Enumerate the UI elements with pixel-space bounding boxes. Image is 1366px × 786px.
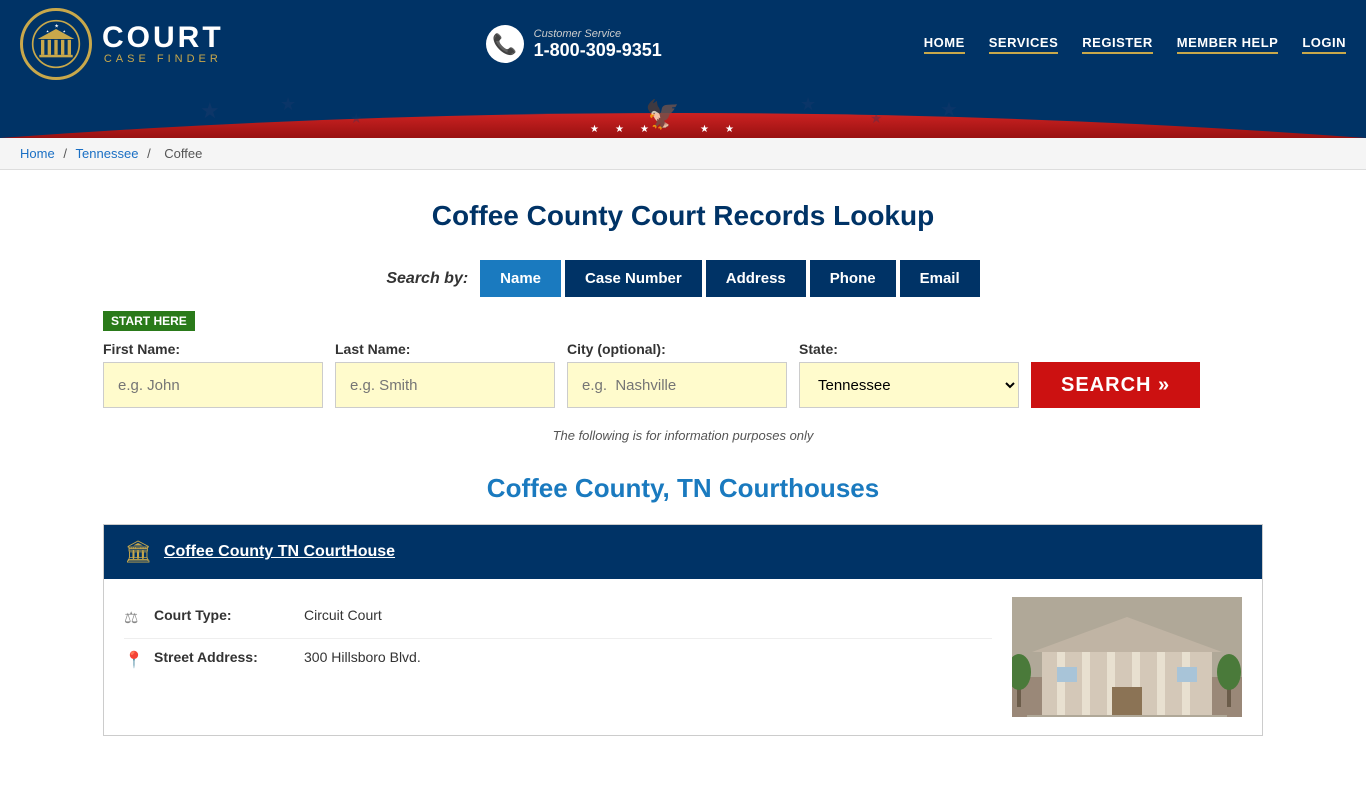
nav-login[interactable]: LOGIN	[1302, 35, 1346, 54]
tab-email[interactable]: Email	[900, 260, 980, 297]
address-icon: 📍	[124, 650, 144, 670]
svg-text:★: ★	[870, 110, 883, 126]
search-button[interactable]: SEARCH »	[1031, 362, 1200, 408]
main-nav: HOME SERVICES REGISTER MEMBER HELP LOGIN	[924, 35, 1346, 54]
court-type-label: Court Type:	[154, 607, 294, 623]
svg-text:★: ★	[640, 124, 649, 135]
breadcrumb-sep1: /	[63, 146, 70, 161]
courthouse-info: ⚖ Court Type: Circuit Court 📍 Street Add…	[124, 597, 992, 717]
case-finder-label: CASE FINDER	[102, 53, 224, 65]
nav-member-help[interactable]: MEMBER HELP	[1177, 35, 1279, 54]
cs-text: Customer Service 1-800-309-9351	[534, 28, 662, 61]
breadcrumb-county: Coffee	[164, 146, 202, 161]
address-row: 📍 Street Address: 300 Hillsboro Blvd.	[124, 639, 992, 680]
customer-service: 📞 Customer Service 1-800-309-9351	[486, 25, 662, 63]
tab-case-number[interactable]: Case Number	[565, 260, 702, 297]
court-type-icon: ⚖	[124, 608, 144, 628]
address-label: Street Address:	[154, 649, 294, 665]
last-name-input[interactable]	[335, 362, 555, 408]
courthouse-image	[1012, 597, 1242, 717]
courthouse-body: ⚖ Court Type: Circuit Court 📍 Street Add…	[104, 579, 1262, 735]
city-label: City (optional):	[567, 341, 787, 357]
svg-text:★: ★	[54, 23, 59, 29]
svg-text:★: ★	[800, 94, 816, 114]
first-name-label: First Name:	[103, 341, 323, 357]
city-input[interactable]	[567, 362, 787, 408]
breadcrumb: Home / Tennessee / Coffee	[0, 138, 1366, 170]
info-note: The following is for information purpose…	[103, 428, 1263, 443]
tab-phone[interactable]: Phone	[810, 260, 896, 297]
court-type-value: Circuit Court	[304, 607, 382, 623]
court-type-row: ⚖ Court Type: Circuit Court	[124, 597, 992, 639]
address-value: 300 Hillsboro Blvd.	[304, 649, 421, 665]
logo-text: COURT CASE FINDER	[102, 23, 224, 65]
nav-home[interactable]: HOME	[924, 35, 965, 54]
svg-text:★: ★	[725, 124, 734, 135]
courthouse-building-icon: 🏛	[124, 539, 152, 565]
logo-emblem: ★ ★ ★	[20, 8, 92, 80]
svg-text:★: ★	[615, 124, 624, 135]
nav-services[interactable]: SERVICES	[989, 35, 1059, 54]
courthouses-title: Coffee County, TN Courthouses	[103, 473, 1263, 504]
logo-area: ★ ★ ★ COURT CASE FINDER	[20, 8, 224, 80]
svg-text:★: ★	[590, 124, 599, 135]
breadcrumb-home[interactable]: Home	[20, 146, 55, 161]
state-select[interactable]: Tennessee	[799, 362, 1019, 408]
last-name-label: Last Name:	[335, 341, 555, 357]
court-label: COURT	[102, 23, 224, 53]
start-here-badge: START HERE	[103, 311, 195, 331]
svg-text:★: ★	[63, 29, 66, 33]
svg-text:★: ★	[940, 99, 958, 121]
cs-phone: 1-800-309-9351	[534, 40, 662, 60]
svg-text:★: ★	[350, 110, 363, 126]
search-by-row: Search by: Name Case Number Address Phon…	[103, 260, 1263, 297]
page-title: Coffee County Court Records Lookup	[103, 200, 1263, 232]
tab-address[interactable]: Address	[706, 260, 806, 297]
search-section: Search by: Name Case Number Address Phon…	[103, 260, 1263, 408]
main-content: Coffee County Court Records Lookup Searc…	[83, 170, 1283, 786]
breadcrumb-sep2: /	[147, 146, 154, 161]
phone-icon: 📞	[486, 25, 524, 63]
first-name-input[interactable]	[103, 362, 323, 408]
nav-register[interactable]: REGISTER	[1082, 35, 1152, 54]
svg-text:★: ★	[46, 29, 49, 33]
svg-text:★: ★	[700, 124, 709, 135]
svg-text:🦅: 🦅	[645, 97, 680, 131]
courthouse-header: 🏛 Coffee County TN CourtHouse	[104, 525, 1262, 579]
courthouse-card: 🏛 Coffee County TN CourtHouse ⚖ Court Ty…	[103, 524, 1263, 736]
city-group: City (optional):	[567, 341, 787, 408]
state-group: State: Tennessee	[799, 341, 1019, 408]
svg-text:★: ★	[280, 94, 296, 114]
site-header: ★ ★ ★ COURT CASE FINDER 📞 Customer Servi…	[0, 0, 1366, 88]
svg-text:★: ★	[200, 98, 220, 123]
first-name-group: First Name:	[103, 341, 323, 408]
state-label: State:	[799, 341, 1019, 357]
search-form-row: First Name: Last Name: City (optional): …	[103, 341, 1263, 408]
breadcrumb-state[interactable]: Tennessee	[76, 146, 139, 161]
cs-label: Customer Service	[534, 28, 662, 40]
courthouse-name-link[interactable]: Coffee County TN CourtHouse	[164, 543, 395, 561]
search-by-label: Search by:	[386, 270, 468, 288]
last-name-group: Last Name:	[335, 341, 555, 408]
wave-banner: ★ ★ ★ 🦅 ★ ★ ★ ★ ★ ★ ★ ★	[0, 88, 1366, 138]
tab-name[interactable]: Name	[480, 260, 561, 297]
